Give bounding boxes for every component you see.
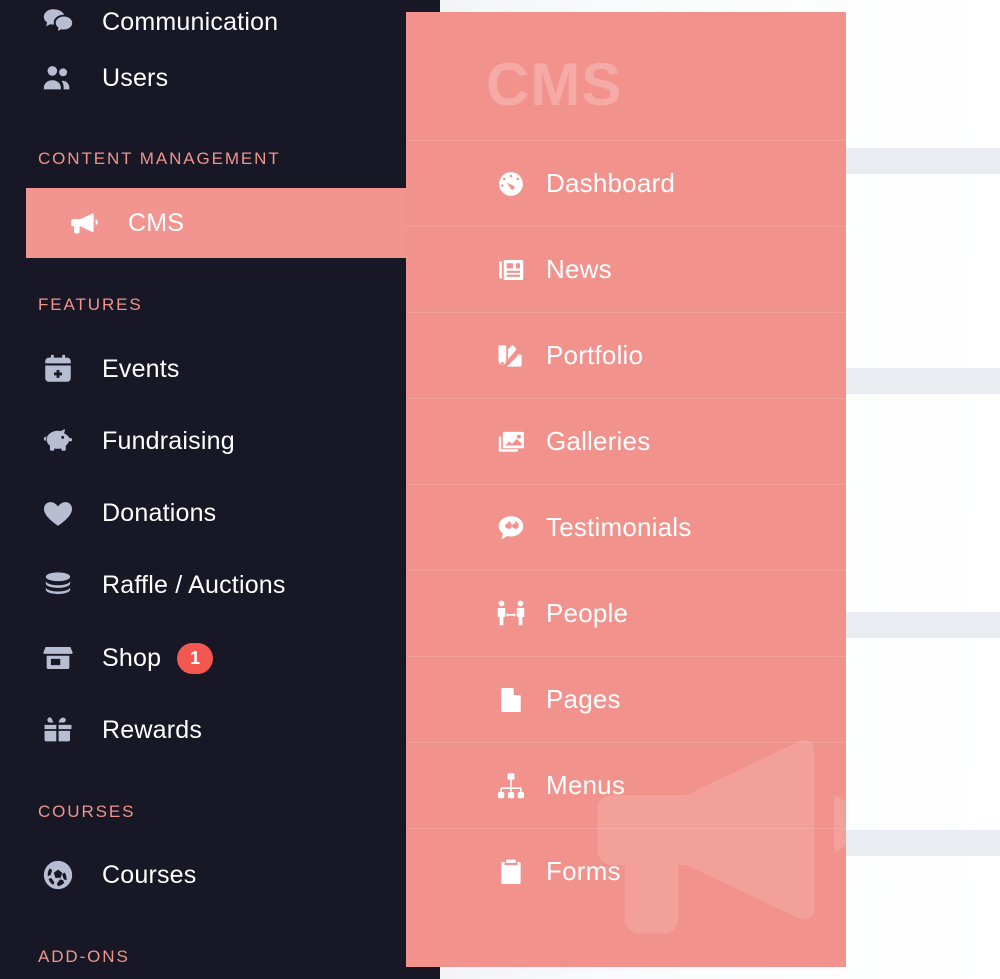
- sidebar-section-features: FEATURES: [0, 282, 440, 328]
- sidebar-section-label: COURSES: [38, 802, 136, 821]
- sidebar-item-events[interactable]: Events: [0, 333, 440, 405]
- flyout-item-galleries[interactable]: Galleries: [406, 398, 846, 484]
- sidebar-item-label: Events: [102, 354, 180, 383]
- flyout-menu-list: Dashboard News Portfolio Galleries Testi…: [406, 140, 846, 914]
- people-distance-icon: [494, 597, 528, 631]
- sidebar-section-add-ons: ADD-ONS: [0, 934, 440, 979]
- flyout-item-label: Dashboard: [546, 168, 675, 198]
- flyout-item-label: People: [546, 598, 629, 628]
- flyout-item-people[interactable]: People: [406, 570, 846, 656]
- file-icon: [494, 683, 528, 717]
- sidebar-item-raffle-auctions[interactable]: Raffle / Auctions: [0, 549, 440, 621]
- sidebar-item-fundraising[interactable]: Fundraising: [0, 405, 440, 477]
- flyout-item-label: Pages: [546, 684, 621, 714]
- piggy-bank-icon: [38, 421, 78, 461]
- flyout-item-label: Testimonials: [546, 512, 692, 542]
- coins-icon: [38, 565, 78, 605]
- sitemap-icon: [494, 769, 528, 803]
- sidebar-item-donations[interactable]: Donations: [0, 477, 440, 549]
- newspaper-icon: [494, 253, 528, 287]
- sidebar-item-courses[interactable]: Courses: [0, 839, 440, 911]
- flyout-item-portfolio[interactable]: Portfolio: [406, 312, 846, 398]
- swatches-icon: [494, 339, 528, 373]
- app-root: 2 COMMISSIO .72 TAL R 2022 INCON 2.00 Co…: [0, 0, 1000, 979]
- sidebar-item-label: Donations: [102, 498, 217, 527]
- flyout-item-menus[interactable]: Menus: [406, 742, 846, 828]
- megaphone-icon: [64, 203, 104, 243]
- quote-bubble-icon: [494, 511, 528, 545]
- heart-icon: [38, 493, 78, 533]
- sidebar-section-courses: COURSES: [0, 789, 440, 835]
- flyout-item-label: Forms: [546, 856, 621, 886]
- sidebar-item-label: Courses: [102, 860, 197, 889]
- flyout-item-pages[interactable]: Pages: [406, 656, 846, 742]
- sidebar: Communication Users CONTENT MANAGEMENT C…: [0, 0, 440, 979]
- flyout-item-testimonials[interactable]: Testimonials: [406, 484, 846, 570]
- images-icon: [494, 425, 528, 459]
- sidebar-section-content-management: CONTENT MANAGEMENT: [0, 136, 440, 182]
- users-icon: [38, 58, 78, 98]
- flyout-item-dashboard[interactable]: Dashboard: [406, 140, 846, 226]
- clipboard-icon: [494, 855, 528, 889]
- sidebar-item-rewards[interactable]: Rewards: [0, 694, 440, 766]
- sidebar-section-label: FEATURES: [38, 295, 143, 314]
- status-badge: 1: [177, 642, 214, 674]
- gauge-icon: [494, 167, 528, 201]
- cms-submenu-flyout: CMS Dashboard News Portfolio Galleries T…: [406, 12, 846, 967]
- calendar-plus-icon: [38, 349, 78, 389]
- sidebar-section-label: ADD-ONS: [38, 947, 130, 966]
- sidebar-item-label: CMS: [128, 208, 185, 237]
- flyout-title: CMS: [486, 51, 623, 118]
- sidebar-item-shop[interactable]: Shop 1: [0, 622, 440, 694]
- sidebar-item-label: Communication: [102, 7, 279, 36]
- flyout-item-forms[interactable]: Forms: [406, 828, 846, 914]
- sidebar-item-label: Raffle / Auctions: [102, 570, 286, 599]
- sidebar-item-cms[interactable]: CMS: [26, 188, 440, 258]
- sidebar-item-label: Rewards: [102, 715, 203, 744]
- sidebar-item-label: Users: [102, 63, 169, 92]
- sidebar-item-users[interactable]: Users: [0, 42, 440, 114]
- flyout-item-label: Menus: [546, 770, 626, 800]
- shop-icon: [38, 638, 78, 678]
- gift-icon: [38, 710, 78, 750]
- sidebar-item-label: Fundraising: [102, 426, 235, 455]
- flyout-item-label: News: [546, 254, 612, 284]
- chat-bubbles-icon: [38, 2, 78, 42]
- sidebar-section-label: CONTENT MANAGEMENT: [38, 149, 281, 168]
- flyout-item-label: Portfolio: [546, 340, 644, 370]
- sidebar-item-label: Shop: [102, 643, 162, 672]
- flyout-item-label: Galleries: [546, 426, 651, 456]
- soccer-ball-icon: [38, 855, 78, 895]
- flyout-item-news[interactable]: News: [406, 226, 846, 312]
